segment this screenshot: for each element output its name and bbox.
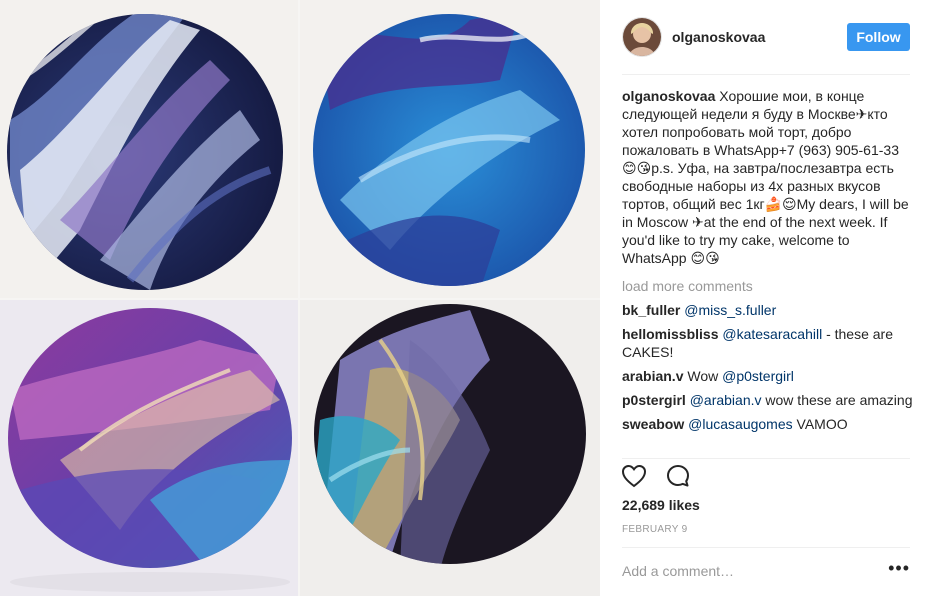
cake-image-navy-white <box>0 0 298 298</box>
comment-mention[interactable]: @katesaracahill <box>722 326 822 342</box>
comment-username[interactable]: p0stergirl <box>622 392 686 408</box>
comment-text: wow these are amazing <box>761 392 913 408</box>
comment-username[interactable]: sweabow <box>622 416 684 432</box>
caption-text: Хорошие мои, в конце следующей недели я … <box>622 88 909 266</box>
comment-username[interactable]: bk_fuller <box>622 302 680 318</box>
speech-bubble-icon[interactable] <box>664 462 692 490</box>
comments-section: olganoskovaa Хорошие мои, в конце следую… <box>622 87 914 439</box>
likes-count[interactable]: 22,689 likes <box>622 497 700 513</box>
post-actions <box>620 462 692 490</box>
comment-text: VAMOO <box>792 416 848 432</box>
post-date[interactable]: FEBRUARY 9 <box>622 524 687 535</box>
actions-divider <box>622 458 910 459</box>
comment-mention[interactable]: @p0stergirl <box>722 368 794 384</box>
caption: olganoskovaa Хорошие мои, в конце следую… <box>622 87 914 267</box>
comment-item: bk_fuller @miss_s.fuller <box>622 301 914 319</box>
post-header: olganoskovaa Follow <box>622 15 910 59</box>
add-comment-input[interactable] <box>622 563 872 579</box>
comment-item: arabian.v Wow @p0stergirl <box>622 367 914 385</box>
comment-username[interactable]: arabian.v <box>622 368 683 384</box>
post-author-username[interactable]: olganoskovaa <box>672 29 765 45</box>
comment-item: p0stergirl @arabian.v wow these are amaz… <box>622 391 914 409</box>
cake-image-violet <box>0 300 298 596</box>
post-image[interactable] <box>0 0 600 596</box>
cake-image-blue <box>300 0 600 298</box>
comment-item: sweabow @lucasaugomes VAMOO <box>622 415 914 433</box>
header-divider <box>622 74 910 75</box>
comment-item: hellomissbliss @katesaracahill - these a… <box>622 325 914 361</box>
comment-mention[interactable]: @miss_s.fuller <box>684 302 776 318</box>
comment-mention[interactable]: @lucasaugomes <box>688 416 793 432</box>
post-details-panel: olganoskovaa Follow olganoskovaa Хорошие… <box>600 0 933 596</box>
avatar[interactable] <box>622 17 662 57</box>
more-options-button[interactable]: ••• <box>888 559 910 579</box>
cake-image-black-gold <box>300 300 600 596</box>
comment-username[interactable]: hellomissbliss <box>622 326 718 342</box>
follow-button[interactable]: Follow <box>847 23 910 51</box>
comment-mention[interactable]: @arabian.v <box>690 392 762 408</box>
load-more-comments-link[interactable]: load more comments <box>622 277 914 295</box>
caption-username[interactable]: olganoskovaa <box>622 88 715 104</box>
heart-outline-icon[interactable] <box>620 462 648 490</box>
add-comment-bar: ••• <box>622 547 910 595</box>
comment-text: Wow <box>687 368 723 384</box>
